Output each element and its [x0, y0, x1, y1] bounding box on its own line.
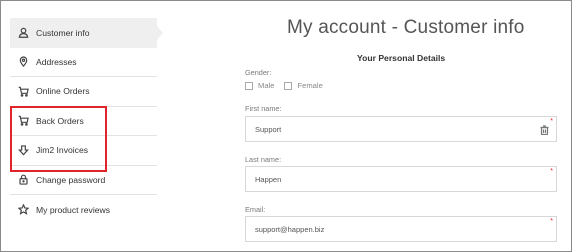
sidebar-item-label: Jim2 Invoices: [36, 145, 89, 156]
sidebar-item-label: Back Orders: [36, 115, 84, 126]
first-name-value: Support: [255, 124, 282, 134]
sidebar-item-addresses[interactable]: Addresses: [10, 48, 157, 77]
sidebar-item-jim2-invoices[interactable]: Jim2 Invoices: [10, 136, 157, 166]
section-title: Your Personal Details: [357, 53, 446, 63]
star-icon: [17, 204, 29, 216]
page-title: My account - Customer info: [287, 17, 525, 38]
cart-icon: [17, 115, 29, 127]
required-marker: *: [550, 168, 553, 175]
sidebar-item-label: Addresses: [36, 56, 77, 67]
sidebar-item-product-reviews[interactable]: My product reviews: [10, 195, 157, 225]
female-label: Female: [297, 81, 323, 90]
email-value: support@happen.biz: [255, 224, 325, 234]
email-label: Email:: [245, 205, 266, 214]
gender-option-female[interactable]: Female: [284, 81, 323, 90]
lock-icon: [17, 174, 29, 186]
gender-options: Male Female: [245, 81, 333, 90]
account-sidebar: Customer info Addresses Online Orders Ba…: [10, 18, 163, 225]
sidebar-item-online-orders[interactable]: Online Orders: [10, 77, 157, 107]
sidebar-item-label: Online Orders: [36, 86, 90, 97]
male-checkbox[interactable]: [245, 81, 253, 90]
required-marker: *: [550, 118, 553, 125]
user-icon: [17, 27, 29, 39]
gender-option-male[interactable]: Male: [245, 81, 274, 90]
sidebar-item-label: Customer info: [36, 27, 90, 38]
sidebar-item-customer-info[interactable]: Customer info: [10, 18, 163, 48]
sidebar-item-change-password[interactable]: Change password: [10, 166, 157, 195]
female-checkbox[interactable]: [284, 81, 293, 90]
last-name-label: Last name:: [245, 155, 282, 164]
required-marker: *: [550, 218, 553, 225]
last-name-value: Happen: [255, 174, 282, 184]
sidebar-item-label: My product reviews: [36, 204, 111, 215]
email-field[interactable]: support@happen.biz *: [245, 216, 557, 242]
first-name-field[interactable]: Support *: [245, 116, 557, 142]
sidebar-item-back-orders[interactable]: Back Orders: [10, 107, 157, 136]
male-label: Male: [258, 81, 275, 90]
cart-icon: [17, 85, 29, 97]
download-icon: [17, 144, 29, 156]
clear-field-icon[interactable]: [540, 125, 549, 136]
last-name-field[interactable]: Happen *: [245, 166, 557, 192]
location-pin-icon: [17, 56, 29, 68]
first-name-label: First name:: [245, 104, 282, 113]
sidebar-item-label: Change password: [36, 174, 106, 185]
gender-label: Gender:: [245, 68, 272, 77]
